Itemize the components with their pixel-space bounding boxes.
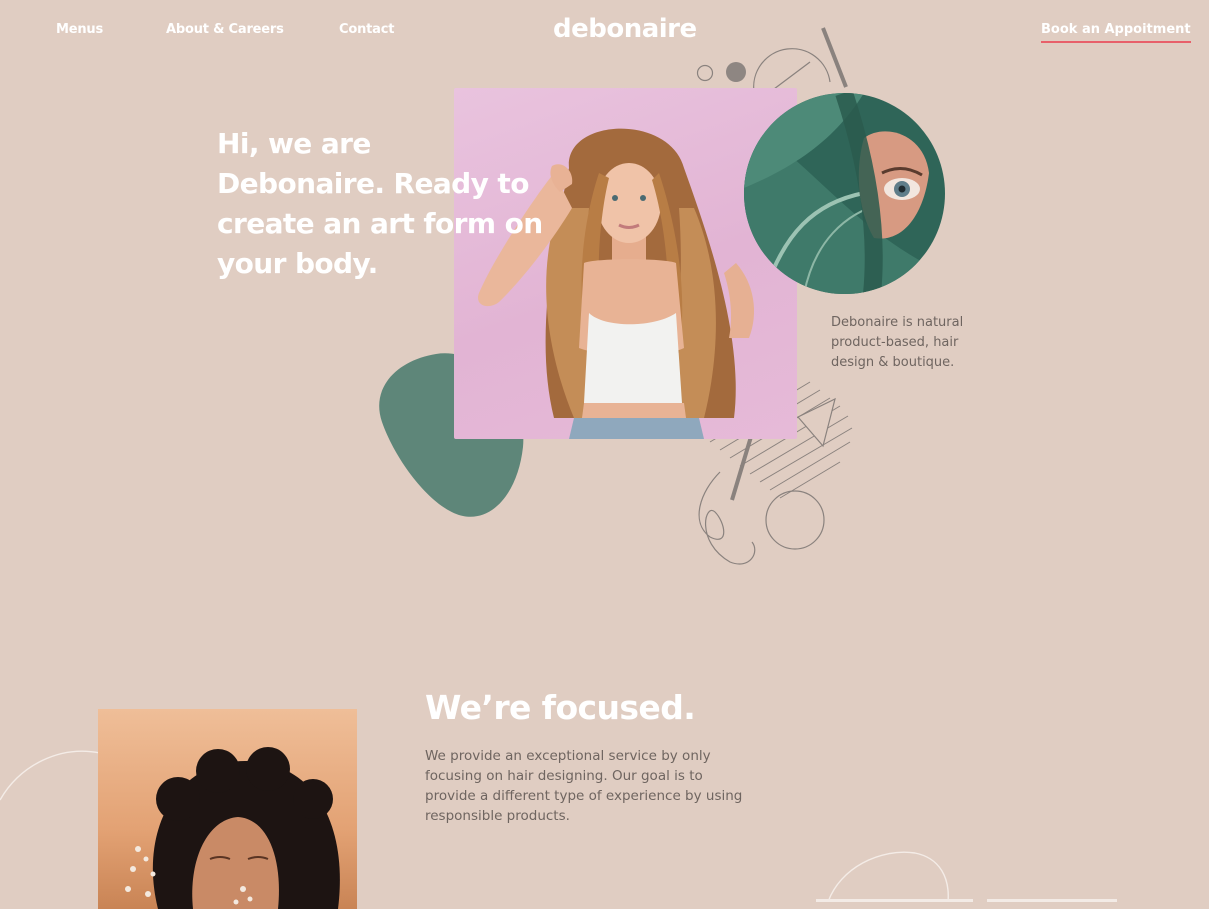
decorative-arc-right [827, 851, 949, 902]
focus-heading: We’re focused. [425, 688, 696, 727]
book-appointment-link[interactable]: Book an Appoitment [1041, 22, 1191, 43]
focus-description: We provide an exceptional service by onl… [425, 748, 743, 824]
curly-hair-model-photo [98, 709, 357, 909]
eye-leaf-illustration [744, 93, 945, 294]
nav-contact-link[interactable]: Contact [339, 22, 394, 37]
brand-logo[interactable]: debonaire [553, 14, 697, 44]
brand-description: Debonaire is natural product-based, hair… [831, 315, 964, 370]
nav-menus-link[interactable]: Menus [56, 22, 103, 37]
nav-about-careers-link[interactable]: About & Careers [166, 22, 284, 37]
hero-heading: Hi, we are Debonaire. Ready to create an… [217, 127, 543, 280]
decorative-arc-left [0, 750, 101, 801]
eye-leaf-photo [744, 93, 945, 294]
curly-model-illustration [125, 747, 340, 909]
